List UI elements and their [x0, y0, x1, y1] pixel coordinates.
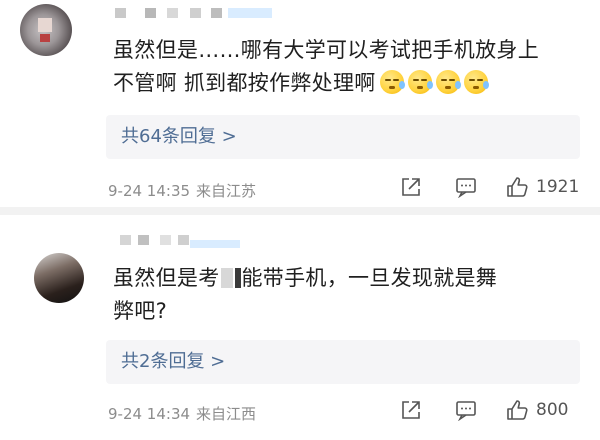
comment-text: 虽然但是考 能带手机，一旦发现就是舞 弊吧? [113, 266, 498, 323]
comment-text: 虽然但是……哪有大学可以考试把手机放身上 不管啊 抓到都按作弊处理啊 [113, 38, 539, 95]
comment-meta: 9-24 14:34 来自江西 [108, 403, 256, 424]
comment-location: 来自江苏 [196, 182, 257, 200]
sweat-face-emoji-icon [407, 70, 433, 94]
comment-location: 来自江西 [196, 405, 257, 423]
share-icon [402, 401, 420, 419]
like-button[interactable]: 1921 [506, 176, 579, 198]
user-badge [228, 8, 272, 18]
comment-item-2: 虽然但是考 能带手机，一旦发现就是舞 弊吧? 共2条回复 > 9-24 14:34… [0, 215, 600, 440]
sweat-face-emoji-icon [463, 70, 489, 94]
share-button[interactable] [400, 176, 422, 198]
like-button[interactable]: 800 [506, 399, 568, 421]
share-button[interactable] [400, 399, 422, 421]
comment-button[interactable] [455, 399, 477, 421]
censored-text [220, 268, 233, 288]
thumbs-up-icon [507, 400, 528, 420]
like-count: 1921 [536, 177, 580, 197]
avatar[interactable] [20, 4, 72, 56]
comment-meta: 9-24 14:35 来自江苏 [108, 180, 256, 201]
divider [0, 207, 600, 215]
view-replies-button[interactable]: 共2条回复 > [106, 340, 580, 384]
comment-icon [456, 178, 476, 198]
comment-date: 9-24 14:34 [108, 405, 191, 423]
avatar[interactable] [34, 253, 84, 303]
comment-date: 9-24 14:35 [108, 182, 191, 200]
thumbs-up-icon [507, 177, 528, 197]
censored-text [234, 268, 241, 288]
comment-item-1: 虽然但是……哪有大学可以考试把手机放身上 不管啊 抓到都按作弊处理啊 共64条回… [0, 0, 600, 215]
share-icon [402, 178, 420, 196]
sweat-face-emoji-icon [435, 70, 461, 94]
comment-icon [456, 401, 476, 421]
user-badge [190, 240, 240, 248]
like-count: 800 [536, 400, 569, 420]
view-replies-button[interactable]: 共64条回复 > [106, 115, 580, 159]
sweat-face-emoji-icon [379, 70, 405, 94]
comment-button[interactable] [455, 176, 477, 198]
